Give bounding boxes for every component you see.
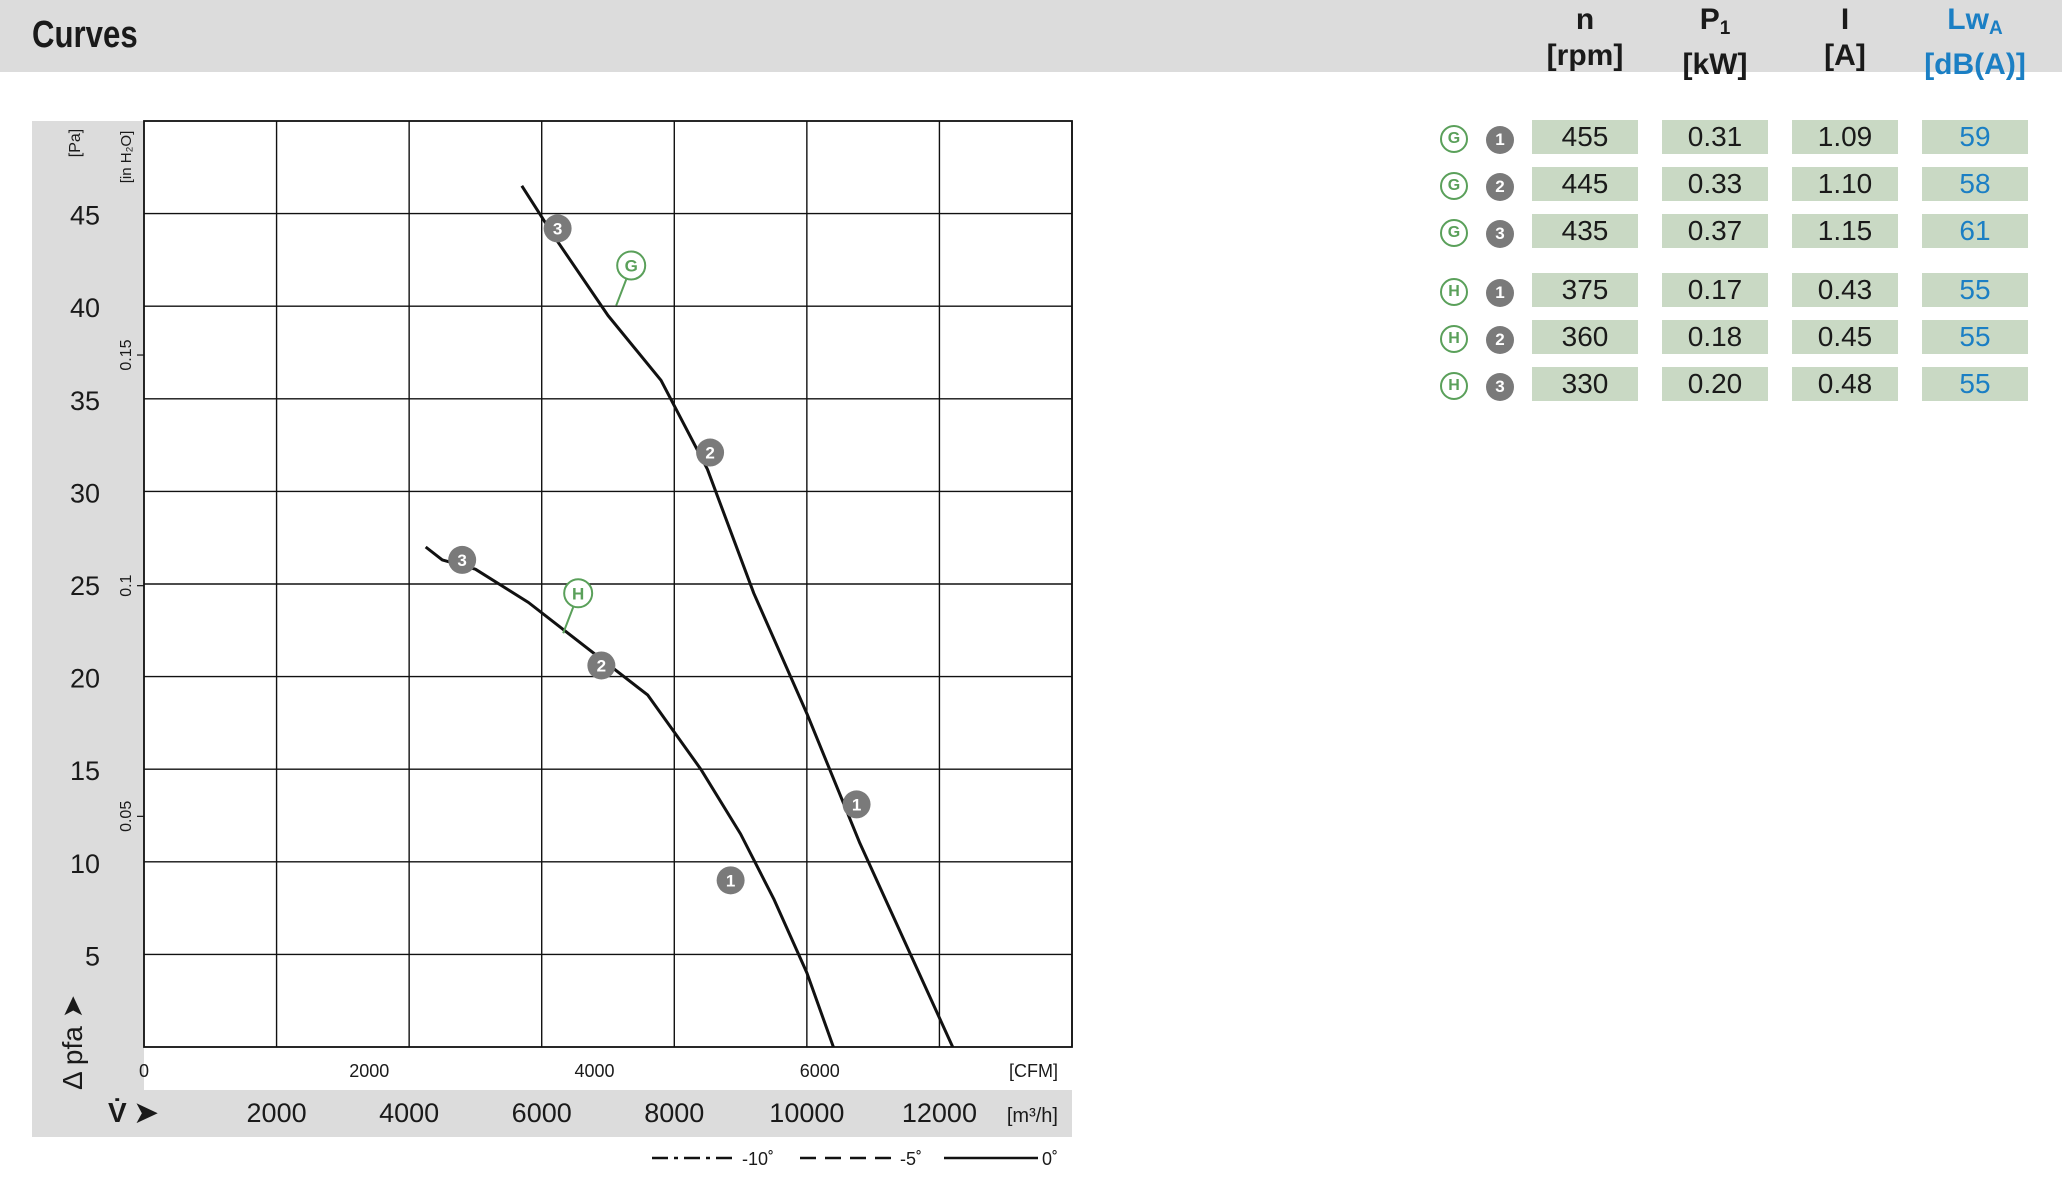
operating-point-label: 3 <box>457 551 466 570</box>
curve-tag-label: G <box>625 256 638 275</box>
legend-label: 0˚ <box>1042 1149 1058 1169</box>
fan-curve-chart: 51015202530354045[Pa] [in H₂O]0.050.10.15… <box>32 120 1073 1169</box>
operating-point-label: 2 <box>705 444 714 463</box>
y-tick-label: 45 <box>70 201 100 231</box>
x-axis-unit-secondary: [CFM] <box>1009 1061 1058 1081</box>
y-tick-label: 5 <box>85 941 100 971</box>
x-tick-label: 4000 <box>379 1098 439 1128</box>
y-tick-label: 40 <box>70 293 100 323</box>
x-tick-label-secondary: 4000 <box>574 1061 614 1081</box>
y-tick-label-secondary: 0.05 <box>118 801 135 832</box>
operating-point-label: 1 <box>726 871 735 890</box>
x-tick-label-secondary: 6000 <box>800 1061 840 1081</box>
legend-label: -10˚ <box>742 1149 774 1169</box>
x-tick-label: 6000 <box>512 1098 572 1128</box>
x-tick-label-secondary: 2000 <box>349 1061 389 1081</box>
y-tick-label-secondary: 0.15 <box>118 339 135 370</box>
y-axis-unit-secondary: [in H₂O] <box>118 131 135 184</box>
y-axis-band <box>32 121 144 1137</box>
legend-label: -5˚ <box>900 1149 922 1169</box>
curve-tag-label: H <box>572 584 584 603</box>
y-axis-unit-primary: [Pa] <box>67 129 84 157</box>
x-axis-symbol: V̇ ➤ <box>108 1097 158 1128</box>
operating-point-label: 3 <box>553 219 562 238</box>
operating-point-label: 1 <box>852 795 861 814</box>
x-tick-label: 12000 <box>902 1098 977 1128</box>
y-tick-label: 30 <box>70 478 100 508</box>
x-tick-label: 10000 <box>769 1098 844 1128</box>
x-tick-label: 2000 <box>247 1098 307 1128</box>
x-axis-unit-primary: [m³/h] <box>1007 1105 1058 1127</box>
y-tick-label: 35 <box>70 386 100 416</box>
operating-point-label: 2 <box>597 656 606 675</box>
y-tick-label: 10 <box>70 849 100 879</box>
x-tick-label: 8000 <box>644 1098 704 1128</box>
y-tick-label-secondary: 0.1 <box>118 574 135 596</box>
y-axis-symbol: Δ pfa ➤ <box>57 995 88 1090</box>
y-tick-label: 25 <box>70 571 100 601</box>
x-tick-label-secondary: 0 <box>139 1061 149 1081</box>
y-tick-label: 15 <box>70 756 100 786</box>
y-tick-label: 20 <box>70 664 100 694</box>
